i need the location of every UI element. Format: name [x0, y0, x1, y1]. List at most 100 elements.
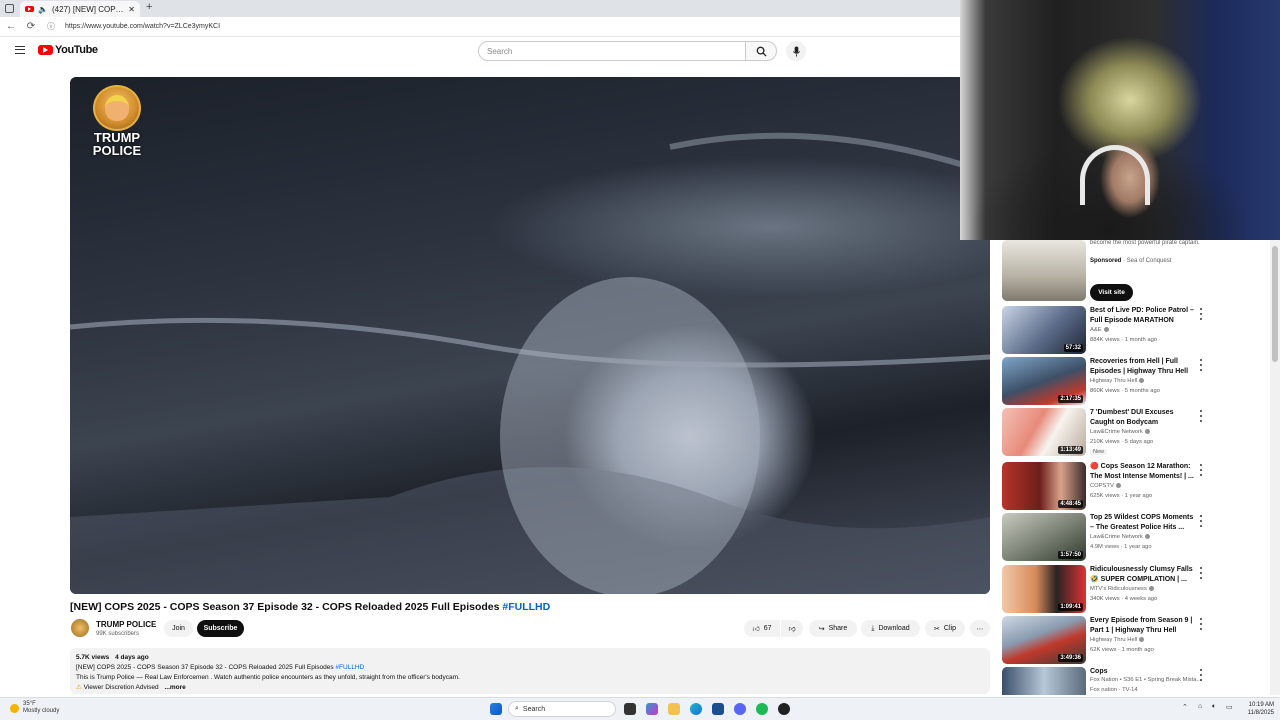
more-vertical-icon[interactable] [1198, 464, 1204, 476]
more-actions-button[interactable]: ⋯ [970, 620, 990, 637]
weather-widget[interactable]: 35°F Mostly cloudy [10, 701, 59, 715]
recommendation-item[interactable]: 2:17:35 Recoveries from Hell | Full Epis… [1002, 357, 1267, 405]
video-thumbnail[interactable] [1002, 667, 1086, 695]
recommendation-channel[interactable]: Law&Crime Network [1090, 534, 1150, 540]
edge-browser-icon[interactable] [690, 703, 702, 715]
voice-search-button[interactable] [786, 41, 806, 61]
title-hashtag[interactable]: #FULLHD [502, 601, 550, 613]
obs-icon[interactable] [778, 703, 790, 715]
channel-label: Highway Thru Hell [1090, 637, 1138, 644]
close-tab-icon[interactable]: ✕ [128, 5, 135, 14]
channel-name[interactable]: TRUMP POLICE [96, 620, 156, 629]
recommendation-channel[interactable]: Highway Thru Hell [1090, 378, 1145, 384]
discord-icon[interactable] [734, 703, 746, 715]
recommendation-channel[interactable]: COPSTV [1090, 483, 1121, 489]
recommendation-title[interactable]: 7 'Dumbest' DUI Excuses Caught on Bodyca… [1090, 408, 1194, 427]
video-player[interactable]: TRUMP POLICE [70, 77, 990, 594]
subscribe-button[interactable]: Subscribe [197, 620, 244, 637]
like-button[interactable]: 👍︎ 67 [744, 620, 780, 637]
speaker-tray-icon[interactable]: 🔈︎ [1212, 703, 1216, 711]
recommendation-item[interactable]: 1:13:49 7 'Dumbest' DUI Excuses Caught o… [1002, 408, 1267, 456]
recommendation-channel[interactable]: MTV's Ridiculousness [1090, 586, 1154, 592]
recommendation-item[interactable]: 3:49:36 Every Episode from Season 9 | Pa… [1002, 616, 1267, 664]
description-hashtag[interactable]: #FULLHD [335, 664, 364, 671]
recommendation-title[interactable]: Top 25 Wildest COPS Moments – The Greate… [1090, 513, 1194, 532]
recommendation-channel[interactable]: A&E [1090, 327, 1109, 333]
dislike-button[interactable]: 👎︎ [781, 620, 803, 637]
show-more-link[interactable]: ...more [164, 684, 185, 691]
taskbar-search-label: Search [522, 705, 546, 713]
video-thumbnail[interactable]: 1:09:41 [1002, 565, 1086, 613]
search-input[interactable]: Search [478, 41, 746, 61]
start-windows-icon[interactable] [490, 703, 502, 715]
refresh-icon[interactable]: ⟳ [25, 21, 37, 33]
watermark-text: TRUMP POLICE [92, 130, 142, 158]
new-tab-button[interactable]: + [146, 1, 152, 13]
recommendation-item[interactable]: 1:09:41 Ridiculousnessly Clumsy Falls 🤣 … [1002, 565, 1267, 613]
verified-icon [1148, 586, 1154, 591]
description-box[interactable]: 5.7K views 4 days ago [NEW] COPS 2025 - … [70, 648, 990, 694]
search-button[interactable] [745, 41, 777, 61]
task-view-icon[interactable] [624, 703, 636, 715]
view-count: 5.7K views [76, 654, 110, 661]
browser-tab[interactable]: 🔈 (427) [NEW] COPS 2025 - CO ✕ [20, 1, 140, 17]
sidebar-scrollbar[interactable] [1270, 240, 1280, 695]
description-line-3-text: Viewer Discretion Advised [83, 684, 159, 691]
description-line-3: ⚠ Viewer Discretion Advised ...more [76, 683, 984, 693]
visit-site-button[interactable]: Visit site [1090, 284, 1133, 301]
ad-thumbnail[interactable] [1002, 240, 1086, 301]
more-vertical-icon[interactable] [1198, 359, 1204, 371]
more-vertical-icon[interactable] [1198, 308, 1204, 320]
back-arrow-icon[interactable]: ← [5, 21, 17, 33]
file-explorer-icon[interactable] [668, 703, 680, 715]
more-vertical-icon[interactable] [1198, 669, 1204, 681]
recommendation-item[interactable]: 1:57:50 Top 25 Wildest COPS Moments – Th… [1002, 513, 1267, 561]
verified-icon [1139, 378, 1145, 383]
video-thumbnail[interactable]: 1:57:50 [1002, 513, 1086, 561]
video-thumbnail[interactable]: 57:32 [1002, 306, 1086, 354]
taskbar-search[interactable]: ⌕ Search [508, 701, 616, 717]
menu-icon[interactable] [15, 46, 25, 54]
recommendation-item[interactable]: 57:32 Best of Live PD: Police Patrol – F… [1002, 306, 1267, 354]
site-info-icon[interactable]: ⓘ [45, 21, 57, 33]
battery-icon[interactable]: ▭ [1226, 703, 1233, 711]
spotify-icon[interactable] [756, 703, 768, 715]
tab-title: (427) [NEW] COPS 2025 - CO [51, 4, 124, 14]
channel-avatar[interactable] [71, 619, 89, 637]
more-vertical-icon[interactable] [1198, 618, 1204, 630]
url-field[interactable]: https://www.youtube.com/watch?v=ZLCe3ymy… [65, 23, 220, 30]
join-button[interactable]: Join [164, 620, 193, 637]
recommendation-title[interactable]: Every Episode from Season 9 | Part 1 | H… [1090, 616, 1194, 635]
webcam-overlay [960, 0, 1280, 240]
video-thumbnail[interactable]: 4:48:45 [1002, 462, 1086, 510]
more-vertical-icon[interactable] [1198, 410, 1204, 422]
more-vertical-icon[interactable] [1198, 567, 1204, 579]
video-thumbnail[interactable]: 1:13:49 [1002, 408, 1086, 456]
tray-chevron-icon[interactable]: ⌃ [1182, 703, 1188, 711]
system-clock[interactable]: 10:19 AM 11/8/2025 [1240, 701, 1274, 717]
recommendation-channel[interactable]: Highway Thru Hell [1090, 637, 1145, 644]
recommendation-channel[interactable]: Fox Nation • S36 E1 • Spring Break Mista… [1090, 677, 1201, 683]
network-icon[interactable]: ⌂ [1198, 703, 1202, 710]
recommendation-title[interactable]: Cops [1090, 667, 1194, 677]
video-thumbnail[interactable]: 2:17:35 [1002, 357, 1086, 405]
speaker-icon[interactable]: 🔈 [38, 5, 48, 14]
clip-button[interactable]: ✂ Clip [925, 620, 965, 637]
scrollbar-thumb[interactable] [1272, 246, 1278, 362]
recommendation-item[interactable]: 4:48:45 🔴 Cops Season 12 Marathon: The M… [1002, 462, 1267, 510]
tab-actions-icon[interactable] [5, 4, 14, 13]
channel-label: A&E [1090, 327, 1102, 334]
youtube-logo[interactable]: YouTube [38, 44, 98, 56]
recommendation-title[interactable]: Best of Live PD: Police Patrol – Full Ep… [1090, 306, 1194, 325]
download-button[interactable]: ⤓ Download [861, 620, 920, 637]
recommendation-title[interactable]: Ridiculousnessly Clumsy Falls 🤣 SUPER CO… [1090, 565, 1194, 584]
store-icon[interactable] [712, 703, 724, 715]
recommendation-title[interactable]: Recoveries from Hell | Full Episodes | H… [1090, 357, 1194, 376]
recommendation-item[interactable]: Cops Fox Nation • S36 E1 • Spring Break … [1002, 667, 1267, 695]
share-button[interactable]: ↪ Share [809, 620, 857, 637]
copilot-icon[interactable] [646, 703, 658, 715]
recommendation-channel[interactable]: Law&Crime Network [1090, 429, 1150, 435]
video-thumbnail[interactable]: 3:49:36 [1002, 616, 1086, 664]
more-vertical-icon[interactable] [1198, 515, 1204, 527]
recommendation-title[interactable]: 🔴 Cops Season 12 Marathon: The Most Inte… [1090, 462, 1194, 481]
